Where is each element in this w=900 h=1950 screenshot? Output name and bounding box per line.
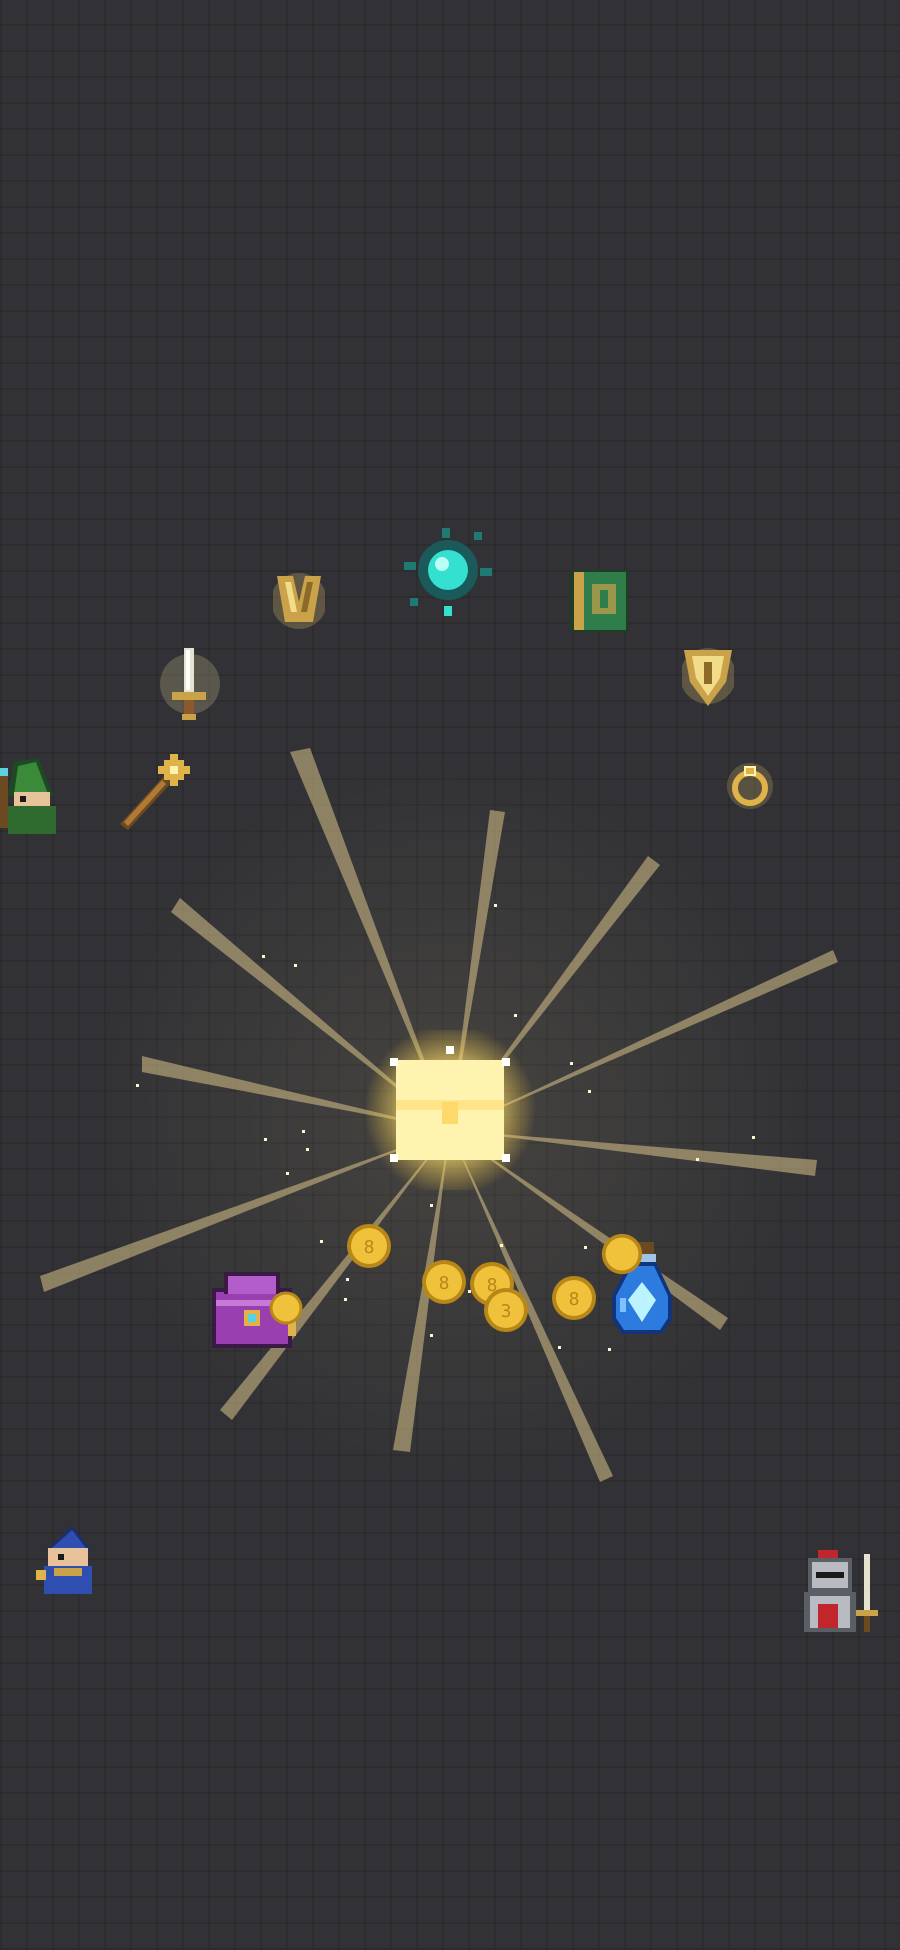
blue-wizard-icon[interactable]: [32, 1524, 102, 1598]
shield-icon[interactable]: [682, 648, 734, 710]
svg-text:8: 8: [569, 1289, 580, 1310]
coin-icon[interactable]: 8: [550, 1274, 598, 1322]
chest-icon[interactable]: [362, 1030, 538, 1190]
coin-icon[interactable]: [268, 1290, 304, 1326]
coin-icon[interactable]: 8: [345, 1222, 393, 1270]
armor-icon[interactable]: [273, 572, 325, 630]
svg-text:8: 8: [364, 1237, 375, 1258]
coin-icon[interactable]: 3: [482, 1286, 530, 1334]
wand-icon[interactable]: [116, 752, 192, 832]
coin-icon[interactable]: 8: [420, 1258, 468, 1306]
dagger-icon[interactable]: [160, 644, 220, 722]
green-wizard-icon[interactable]: [0, 756, 62, 836]
orb-icon[interactable]: [398, 526, 498, 620]
book-icon[interactable]: [568, 568, 630, 634]
svg-text:8: 8: [439, 1273, 450, 1294]
coin-icon[interactable]: [600, 1232, 644, 1276]
knight-icon[interactable]: [794, 1548, 884, 1636]
game-scene: 8 8 8 3 8: [0, 0, 900, 1950]
ring-icon[interactable]: [726, 762, 774, 810]
svg-text:3: 3: [501, 1301, 512, 1322]
light-rays: [40, 748, 838, 1482]
